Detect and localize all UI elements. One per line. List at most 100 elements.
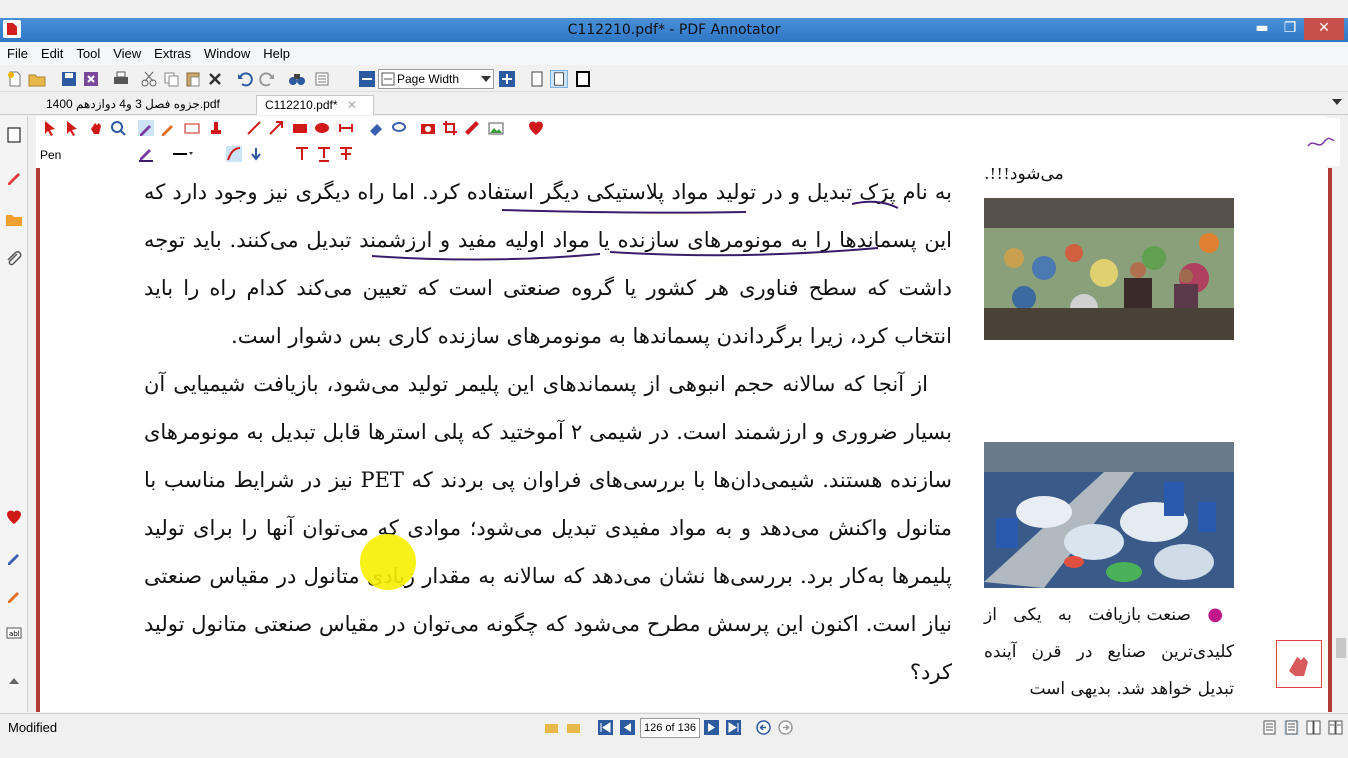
tool-name-label: Pen xyxy=(40,148,62,162)
text-tool-icon[interactable] xyxy=(184,120,200,136)
paste-icon[interactable] xyxy=(184,70,202,88)
smooth-pen-icon[interactable] xyxy=(226,146,242,162)
zoom-select[interactable]: Page Width xyxy=(378,69,494,89)
camera-icon[interactable] xyxy=(420,120,436,136)
document-status: Modified xyxy=(8,720,58,735)
back-icon[interactable] xyxy=(756,720,771,735)
tab-document-2-label: C112210.pdf* xyxy=(265,98,338,112)
save-icon[interactable] xyxy=(60,70,78,88)
menu-edit[interactable]: Edit xyxy=(34,43,69,61)
favorites-heart-icon[interactable] xyxy=(5,508,23,526)
new-document-icon[interactable] xyxy=(6,70,24,88)
hand-icon xyxy=(1289,657,1308,676)
two-page-continuous-icon[interactable] xyxy=(1328,720,1343,735)
previous-view-icon[interactable] xyxy=(544,720,559,735)
next-view-icon[interactable] xyxy=(566,720,581,735)
fullscreen-icon[interactable] xyxy=(574,70,592,88)
ruler-icon[interactable] xyxy=(464,120,480,136)
attachment-icon[interactable] xyxy=(5,250,23,268)
ink-underlines xyxy=(371,200,899,261)
favorites-icon[interactable] xyxy=(528,120,544,136)
forward-icon[interactable] xyxy=(778,720,793,735)
scroll-up-icon[interactable] xyxy=(5,672,23,690)
line-icon[interactable] xyxy=(246,120,262,136)
select-text-icon[interactable] xyxy=(64,120,80,136)
select-arrow-icon[interactable] xyxy=(42,120,58,136)
continuous-view-icon[interactable] xyxy=(1284,720,1299,735)
cut-icon[interactable] xyxy=(140,70,158,88)
snap-icon[interactable] xyxy=(248,146,264,162)
continuous-page-icon[interactable] xyxy=(550,70,568,88)
redo-icon[interactable] xyxy=(258,70,276,88)
recycling-sorting-photo-2 xyxy=(984,442,1234,588)
first-page-icon[interactable] xyxy=(598,720,613,735)
text-strike-icon[interactable] xyxy=(338,146,354,162)
hand-tool-icon[interactable] xyxy=(88,120,104,136)
ellipse-icon[interactable] xyxy=(314,120,330,136)
print-icon[interactable] xyxy=(112,70,130,88)
pen-icon[interactable] xyxy=(138,120,154,136)
menu-view[interactable]: View xyxy=(106,43,147,61)
tab-document-2[interactable]: C112210.pdf* ✕ xyxy=(256,95,374,115)
text-format-icon[interactable] xyxy=(294,146,310,162)
highlighter-icon[interactable] xyxy=(5,586,23,604)
folder-icon[interactable] xyxy=(5,210,23,228)
eraser-icon[interactable] xyxy=(368,120,384,136)
crop-icon[interactable] xyxy=(442,120,458,136)
page-width-icon xyxy=(381,72,395,86)
touch-mode-button[interactable] xyxy=(1276,640,1322,688)
two-page-view-icon[interactable] xyxy=(1306,720,1321,735)
single-page-view-icon[interactable] xyxy=(1262,720,1277,735)
line-width-icon[interactable] xyxy=(172,146,194,162)
zoom-in-icon[interactable] xyxy=(498,70,516,88)
laser-pointer-highlight xyxy=(360,534,416,590)
menu-file[interactable]: File xyxy=(0,43,34,61)
menu-bar: File Edit Tool View Extras Window Help xyxy=(0,43,1348,65)
next-page-icon[interactable] xyxy=(704,720,719,735)
menu-window[interactable]: Window xyxy=(197,43,256,61)
minimize-button[interactable]: ▬ xyxy=(1248,18,1276,40)
rectangle-icon[interactable] xyxy=(292,120,308,136)
arrow-icon[interactable] xyxy=(268,120,284,136)
maximize-button[interactable]: ❐ xyxy=(1276,18,1304,40)
open-folder-icon[interactable] xyxy=(28,70,46,88)
document-page[interactable]: به نام پرَک تبدیل و در تولید مواد پلاستی… xyxy=(36,168,1332,712)
undo-icon[interactable] xyxy=(236,70,254,88)
find-icon[interactable] xyxy=(288,70,306,88)
highlighter-tool-icon[interactable] xyxy=(160,120,176,136)
left-sidebar: abl xyxy=(0,116,28,712)
menu-tool[interactable]: Tool xyxy=(69,43,106,61)
save-as-icon[interactable] xyxy=(82,70,100,88)
window-title: C112210.pdf* - PDF Annotator xyxy=(567,22,781,38)
measure-icon[interactable] xyxy=(338,120,354,136)
zoom-tool-icon[interactable] xyxy=(110,120,126,136)
page-number-field[interactable]: 126 of 136 xyxy=(640,718,700,738)
copy-icon[interactable] xyxy=(162,70,180,88)
lasso-icon[interactable] xyxy=(390,120,406,136)
scrollbar-thumb[interactable] xyxy=(1336,638,1346,658)
menu-help[interactable]: Help xyxy=(256,43,296,61)
title-bar: C112210.pdf* - PDF Annotator ▬ ❐ ✕ xyxy=(0,18,1348,42)
last-page-icon[interactable] xyxy=(726,720,741,735)
tabs-dropdown-icon[interactable] xyxy=(1332,99,1342,105)
zoom-out-icon[interactable] xyxy=(358,70,376,88)
close-button[interactable]: ✕ xyxy=(1304,18,1344,40)
delete-icon[interactable] xyxy=(206,70,224,88)
side-top-text: می‌شود!!!. xyxy=(984,168,1064,184)
pen-color-icon[interactable] xyxy=(138,146,154,162)
single-page-icon[interactable] xyxy=(528,70,546,88)
text-box-icon[interactable]: abl xyxy=(5,624,23,642)
layout-icon[interactable] xyxy=(314,70,332,88)
page-thumbnail-icon[interactable] xyxy=(5,126,23,144)
marker-icon[interactable] xyxy=(5,548,23,566)
paragraph-2: از آنجا که سالانه حجم انبوهی از پسماندها… xyxy=(144,372,952,684)
stamp-icon[interactable] xyxy=(208,120,224,136)
insert-image-icon[interactable] xyxy=(488,120,504,136)
menu-extras[interactable]: Extras xyxy=(147,43,197,61)
tab-document-1[interactable]: جزوه فصل 3 و4 دوازدهم 1400.pdf xyxy=(38,95,228,115)
tab-close-icon[interactable]: ✕ xyxy=(347,98,357,112)
pen-tool-icon[interactable] xyxy=(5,168,23,186)
previous-page-icon[interactable] xyxy=(620,720,635,735)
text-underline-icon[interactable] xyxy=(316,146,332,162)
vertical-scrollbar[interactable] xyxy=(1334,168,1348,712)
